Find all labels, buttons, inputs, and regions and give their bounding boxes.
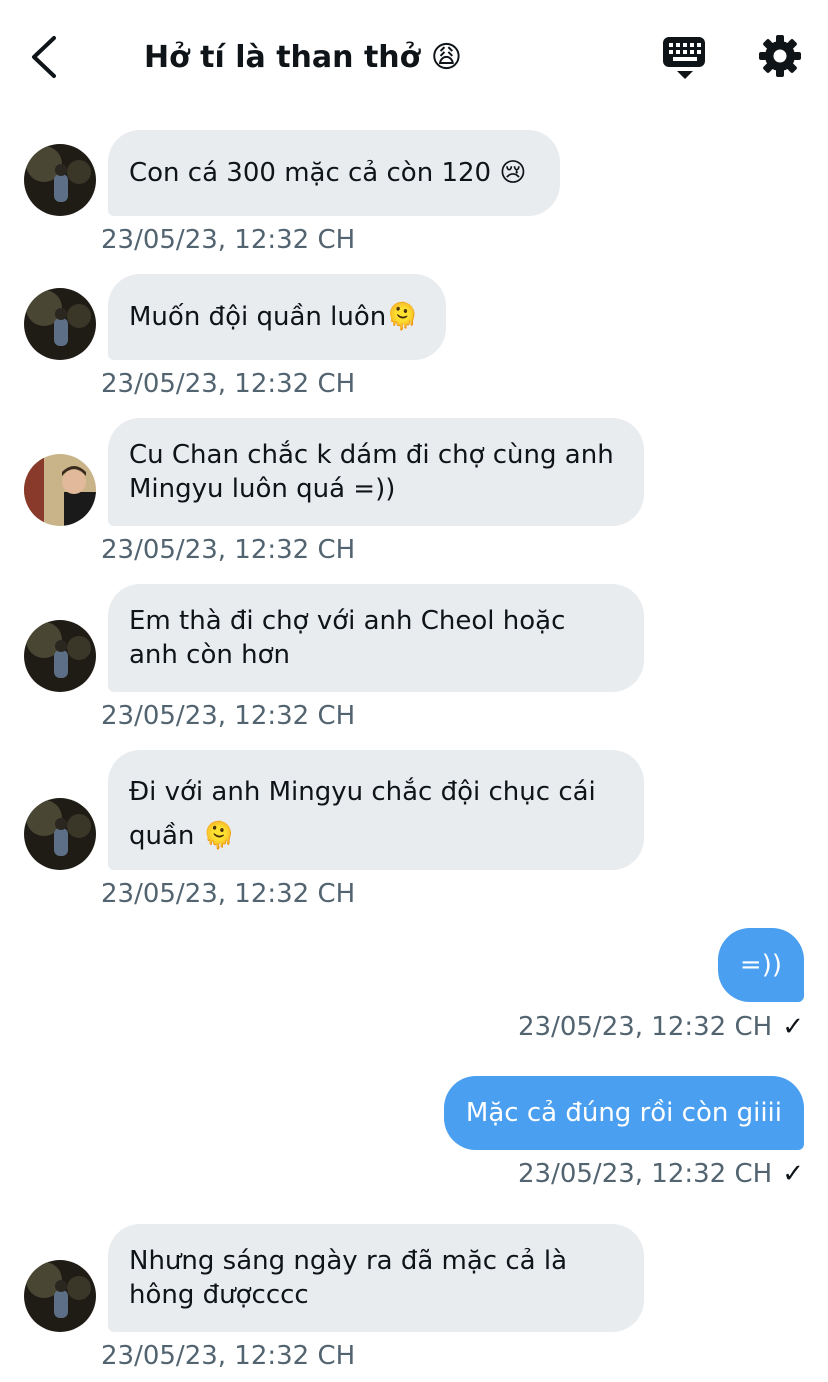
back-button[interactable] [24,32,68,82]
checkmark-icon: ✓ [782,1012,804,1042]
incoming-message-bubble[interactable]: Muốn đội quần luôn🫠 [108,274,446,360]
message-timestamp: 23/05/23, 12:32 CH [101,535,356,565]
outgoing-message-bubble[interactable]: =)) [717,928,804,1002]
keyboard-button[interactable] [660,34,710,82]
incoming-message-bubble[interactable]: Đi với anh Mingyu chắc đội chục cái quần… [108,750,644,870]
message-timestamp: 23/05/23, 12:32 CH [101,701,356,731]
settings-button[interactable] [756,32,804,80]
message-timestamp-row: 23/05/23, 12:32 CH ✓ [518,1010,804,1044]
checkmark-icon: ✓ [782,1159,804,1189]
incoming-message-bubble[interactable]: Con cá 300 mặc cả còn 120 😢 [108,130,560,216]
avatar[interactable] [24,620,96,692]
avatar[interactable] [24,798,96,870]
conversation-title[interactable]: Hở tí là than thở 😩 [144,36,462,80]
message-timestamp: 23/05/23, 12:32 CH [101,369,356,399]
chevron-left-icon [32,36,56,78]
incoming-message-bubble[interactable]: Em thà đi chợ với anh Cheol hoặc anh còn… [108,584,644,692]
incoming-message-bubble[interactable]: Nhưng sáng ngày ra đã mặc cả là hông đượ… [108,1224,644,1332]
message-timestamp: 23/05/23, 12:32 CH [518,1159,773,1189]
gear-icon [759,35,801,77]
avatar[interactable] [24,1260,96,1332]
incoming-message-bubble[interactable]: Cu Chan chắc k dám đi chợ cùng anh Mingy… [108,418,644,526]
keyboard-icon [663,37,705,79]
avatar[interactable] [24,288,96,360]
avatar[interactable] [24,144,96,216]
message-timestamp-row: 23/05/23, 12:32 CH ✓ [518,1157,804,1191]
message-timestamp: 23/05/23, 12:32 CH [101,1341,356,1371]
chat-header: Hở tí là than thở 😩 [0,0,828,112]
message-timestamp: 23/05/23, 12:32 CH [101,879,356,909]
message-timestamp: 23/05/23, 12:32 CH [518,1012,773,1042]
message-timestamp: 23/05/23, 12:32 CH [101,225,356,255]
outgoing-message-bubble[interactable]: Mặc cả đúng rồi còn giiii [443,1076,804,1150]
avatar[interactable] [24,454,96,526]
